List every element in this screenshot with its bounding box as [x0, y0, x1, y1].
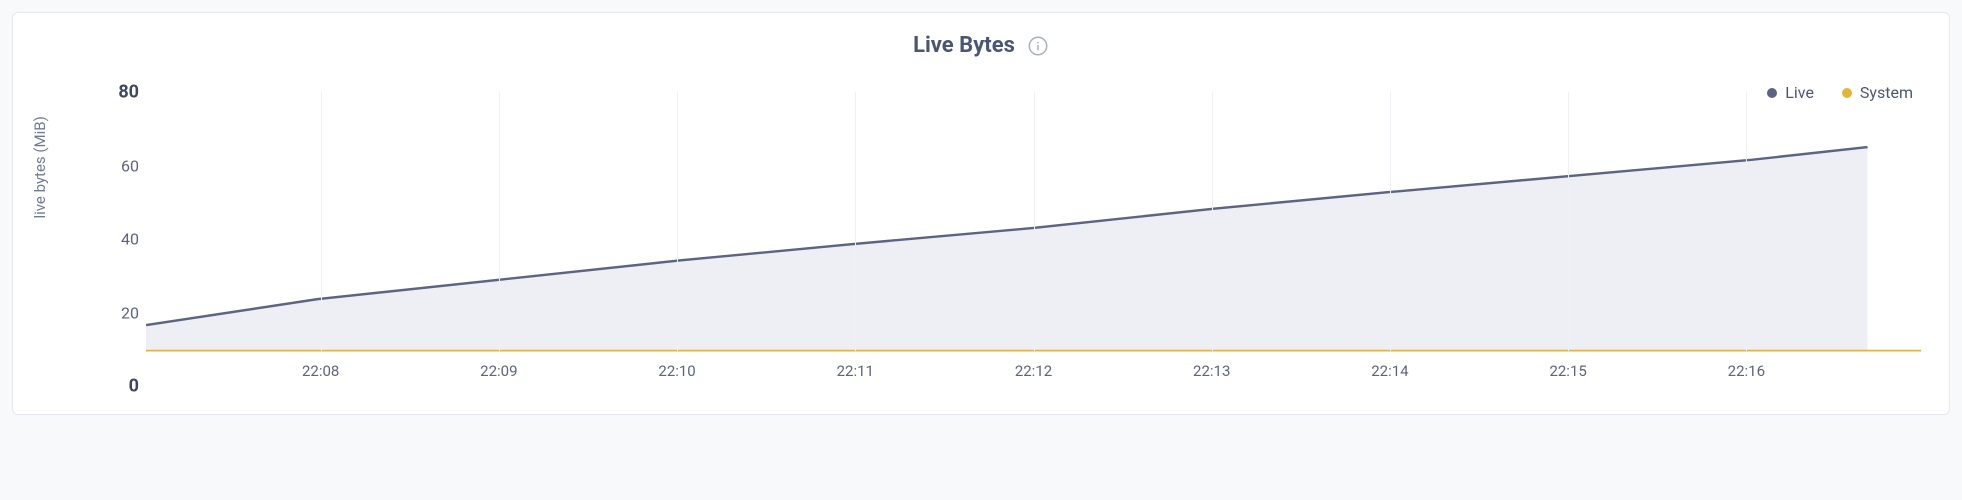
x-tick-label: 22:16 [1728, 362, 1765, 380]
x-tick-label: 22:13 [1193, 362, 1230, 380]
chart-area: live bytes (MiB) 020406080 22:0822:0922:… [41, 92, 1921, 386]
x-tick-label: 22:08 [302, 362, 339, 380]
x-tick-label: 22:11 [837, 362, 874, 380]
y-axis-label: live bytes (MiB) [31, 116, 49, 218]
x-tick-label: 22:15 [1549, 362, 1586, 380]
x-tick-label: 22:14 [1371, 362, 1408, 380]
x-tick-label: 22:10 [658, 362, 695, 380]
chart-title: Live Bytes [913, 33, 1015, 58]
x-tick-label: 22:12 [1015, 362, 1052, 380]
x-grid-line [1034, 92, 1035, 351]
x-tick-label: 22:09 [480, 362, 517, 380]
x-grid-line [1568, 92, 1569, 351]
x-grid-line [1390, 92, 1391, 351]
x-grid-line [499, 92, 500, 351]
y-axis-ticks: 020406080 [89, 92, 139, 386]
x-grid-line [1746, 92, 1747, 351]
chart-header: Live Bytes [41, 33, 1921, 58]
x-axis-ticks: 22:08 22:09 22:10 22:11 22:12 22:13 22:14 22:15… [146, 358, 1921, 386]
plot-area: 22:08 22:09 22:10 22:11 22:12 22:13 22:14 22:15… [146, 92, 1921, 386]
x-grid-line [1212, 92, 1213, 351]
chart-card: Live Bytes Live System live bytes (MiB) … [12, 12, 1950, 415]
plot[interactable] [146, 92, 1921, 352]
x-grid-line [321, 92, 322, 351]
info-icon[interactable] [1027, 35, 1049, 57]
y-tick-label: 0 [129, 376, 139, 397]
x-grid-line [855, 92, 856, 351]
series-area [146, 147, 1868, 351]
x-grid-line [677, 92, 678, 351]
y-tick-label: 20 [121, 303, 139, 322]
y-tick-label: 40 [121, 230, 139, 249]
y-tick-label: 80 [118, 82, 139, 103]
y-tick-label: 60 [121, 156, 139, 175]
